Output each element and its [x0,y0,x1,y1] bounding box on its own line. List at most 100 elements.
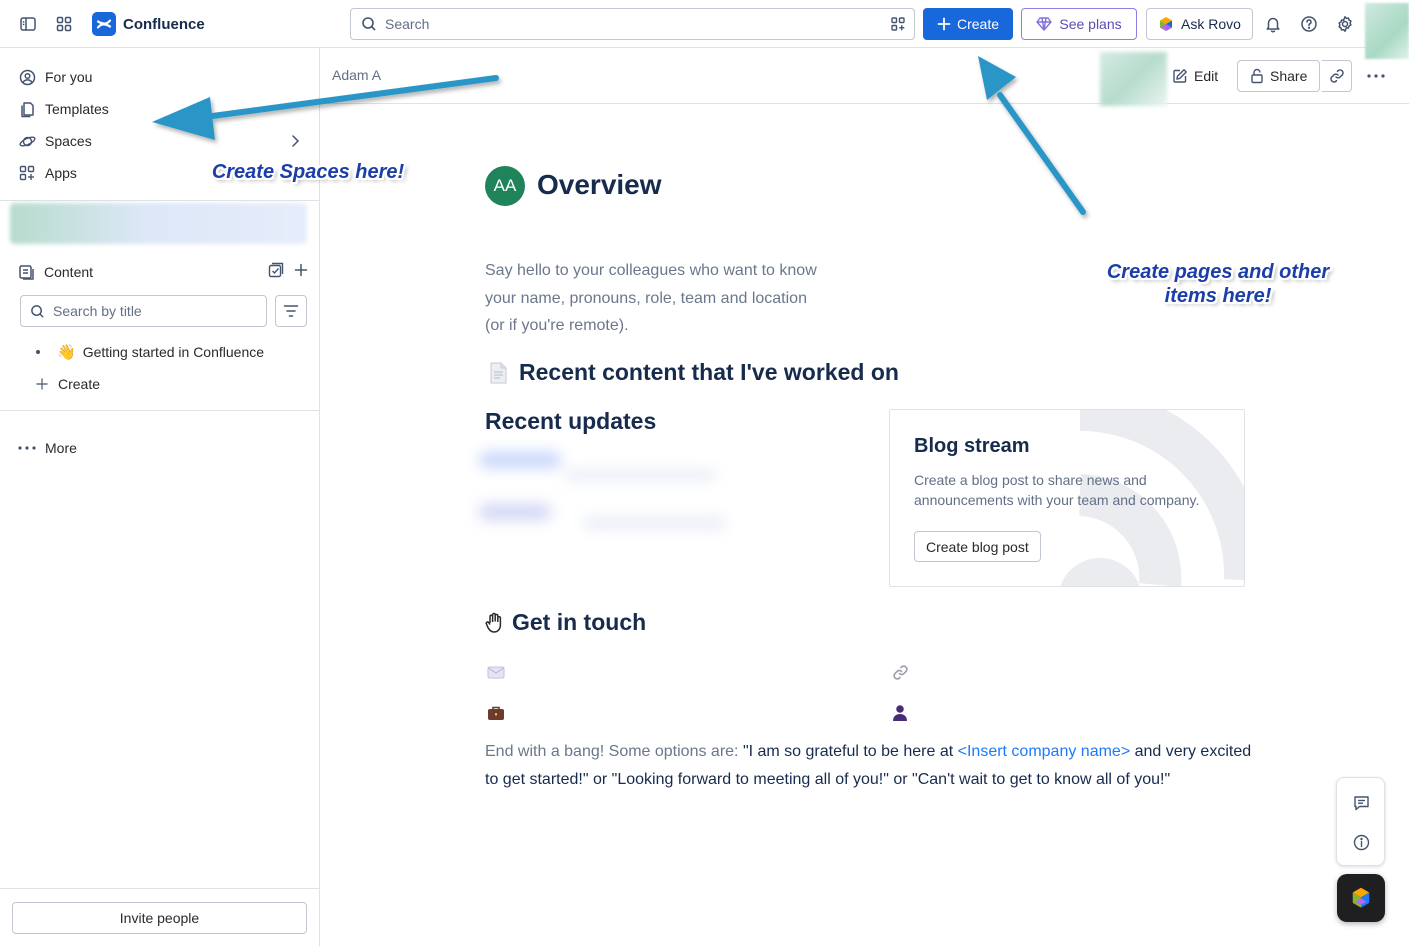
collaborator-avatars[interactable] [1100,52,1167,106]
recent-content-title: Recent content that I've worked on [519,359,899,385]
link-icon [1329,68,1345,84]
create-blog-post-button[interactable]: Create blog post [914,531,1041,562]
bullet-icon [36,350,40,354]
add-content-plus-icon[interactable] [294,262,308,278]
sidebar-toggle-icon[interactable] [16,12,40,36]
share-label: Share [1270,68,1308,84]
sidebar-item-templates[interactable]: Templates [18,97,109,121]
briefcase-icon [487,704,505,722]
sidebar-item-apps[interactable]: Apps [18,161,77,185]
sidebar-divider [0,410,319,411]
sidebar-item-label: More [45,440,77,456]
app-name: Confluence [123,15,205,33]
content-label: Content [44,264,94,280]
edit-label: Edit [1194,68,1219,84]
filter-button[interactable] [275,295,307,327]
sidebar-divider [0,888,319,889]
more-dots-icon [18,439,36,457]
annotation-pages: Create pages and other items here! [1093,260,1343,308]
recent-content-heading: Recent content that I've worked on [489,359,899,386]
sidebar-item-spaces[interactable]: Spaces [18,129,300,153]
search-input[interactable] [385,16,865,32]
closing-quote-text: "I am so grateful to be here at [742,743,958,760]
intro-line: your name, pronouns, role, team and loca… [485,289,807,307]
rovo-icon [1350,886,1372,910]
intro-paragraph: Say hello to your colleagues who want to… [485,257,855,340]
plus-icon [36,378,48,390]
content-section-header[interactable]: Content [18,260,308,284]
apps-icon [18,164,36,182]
lock-icon [1250,68,1264,84]
comments-icon[interactable] [1351,793,1371,813]
share-button[interactable]: Share [1237,60,1321,92]
blog-stream-description: Create a blog post to share news and ann… [914,472,1200,508]
link-icon [891,663,909,681]
search-by-title-field[interactable] [20,295,267,327]
create-button[interactable]: Create [923,8,1013,40]
sidebar-item-more[interactable]: More [18,436,77,460]
get-in-touch-heading: Get in touch [485,609,646,636]
search-icon [30,304,45,319]
page-document-icon [489,362,507,384]
confluence-home-link[interactable]: Confluence [92,12,205,36]
chevron-right-icon[interactable] [290,134,300,148]
person-silhouette-icon [891,703,909,721]
blog-stream-title: Blog stream [914,435,1030,457]
app-switcher-icon[interactable] [52,12,76,36]
annotation-pages-line: Create pages and other [1106,261,1330,283]
sidebar-item-for-you[interactable]: For you [18,65,92,89]
raised-hand-icon [485,612,505,634]
rovo-icon [1158,16,1174,32]
edit-button[interactable]: Edit [1172,60,1218,92]
pencil-edit-icon [1172,68,1188,84]
see-plans-button[interactable]: See plans [1021,8,1137,40]
search-by-title-input[interactable] [53,303,253,319]
recent-updates-heading: Recent updates [485,408,657,434]
company-name-placeholder[interactable]: <Insert company name> [958,743,1131,760]
notifications-bell-icon[interactable] [1261,12,1285,36]
content-tree-icon [18,264,35,281]
rovo-chat-button[interactable] [1337,874,1385,922]
email-envelope-icon [487,663,505,681]
templates-icon [18,100,36,118]
sidebar-item-label: Templates [45,101,109,117]
current-space-header[interactable] [10,203,307,244]
intro-line: Say hello to your colleagues who want to… [485,262,817,279]
create-button-label: Create [956,16,1000,32]
annotation-pages-line: items here! [1164,285,1272,307]
sidebar-divider [0,200,319,201]
sidebar-item-label: For you [45,69,93,85]
search-icon [361,16,377,32]
bulk-select-icon[interactable] [268,262,284,278]
diamond-icon [1036,17,1053,31]
info-icon[interactable] [1351,832,1371,852]
more-actions-button[interactable] [1365,60,1387,92]
closing-muted-text: End with a bang! Some options are: [485,743,743,760]
copy-link-button[interactable] [1322,60,1352,92]
intro-line: (or if you're remote). [485,317,629,334]
breadcrumb[interactable]: Adam A [332,67,381,83]
help-icon[interactable] [1297,12,1321,36]
planet-icon [18,132,36,150]
invite-people-button[interactable]: Invite people [12,902,307,934]
settings-gear-icon[interactable] [1333,12,1357,36]
tree-item-label: Getting started in Confluence [82,344,265,360]
recent-updates-list [455,440,745,558]
sidebar-item-label: Spaces [45,133,92,149]
ask-rovo-button[interactable]: Ask Rovo [1146,8,1253,40]
tree-create-item[interactable]: Create [36,373,100,395]
see-plans-label: See plans [1059,16,1122,32]
waving-hand-icon: 👋 [57,344,76,361]
tree-create-label: Create [58,376,101,392]
page-header-bar: Adam A Edit Share [320,48,1409,106]
search-filters-icon[interactable] [890,16,906,32]
page-author-avatar: AA [485,166,525,206]
annotation-spaces: Create Spaces here! [211,161,405,183]
top-navigation-bar: Confluence Create See plans Ask Rovo [0,0,1409,59]
plus-icon [937,17,951,31]
blog-stream-card: Blog stream Create a blog post to share … [889,409,1245,587]
get-in-touch-title: Get in touch [512,609,647,635]
global-search[interactable] [350,8,915,40]
tree-item-getting-started[interactable]: 👋 Getting started in Confluence [36,341,264,363]
floating-side-panel [1336,777,1385,866]
